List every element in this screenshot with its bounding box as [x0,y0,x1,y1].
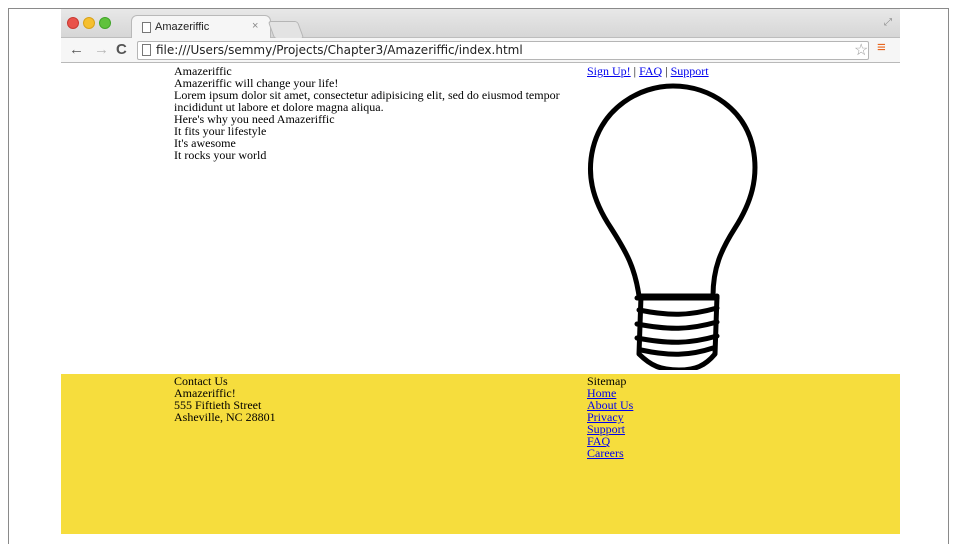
new-tab-button[interactable] [267,21,305,39]
maximize-window-button[interactable] [99,17,111,29]
nav-separator: | [630,64,640,78]
contact-section: Contact Us Amazeriffic! 555 Fiftieth Str… [174,375,276,423]
reason-item: It rocks your world [174,148,267,162]
footer: Contact Us Amazeriffic! 555 Fiftieth Str… [61,374,900,534]
reason-item: It fits your lifestyle [174,124,267,138]
back-arrow-icon[interactable]: ← [69,41,84,58]
page-icon [142,44,151,56]
address-bar[interactable]: file:///Users/semmy/Projects/Chapter3/Am… [137,41,869,60]
minimize-window-button[interactable] [83,17,95,29]
sitemap-link-careers[interactable]: Careers [587,446,624,460]
page-content: Amazeriffic Amazeriffic will change your… [61,62,900,534]
browser-toolbar: ← → C file:///Users/semmy/Projects/Chapt… [61,38,900,63]
fullscreen-icon[interactable]: ⤢ [884,17,892,28]
lorem-paragraph: Lorem ipsum dolor sit amet, consectetur … [174,88,560,114]
lightbulb-icon [587,83,758,370]
browser-tab[interactable]: Amazeriffic × [131,15,271,39]
header-section: Amazeriffic Amazeriffic will change your… [174,65,594,161]
title-bar: Amazeriffic × ⤢ [61,9,900,39]
star-icon[interactable]: ☆ [854,40,868,60]
city-address: Asheville, NC 28801 [174,410,276,424]
menu-icon[interactable]: ≡ [877,39,886,56]
forward-arrow-icon[interactable]: → [94,41,109,58]
top-nav: Sign Up! | FAQ | Support [587,65,709,77]
nav-separator: | [662,64,671,78]
signup-link[interactable]: Sign Up! [587,64,631,78]
tab-close-icon[interactable]: × [252,20,258,32]
support-link[interactable]: Support [671,64,709,78]
close-window-button[interactable] [67,17,79,29]
page-icon [142,22,151,33]
reload-icon[interactable]: C [116,41,127,58]
faq-link[interactable]: FAQ [639,64,662,78]
sitemap-section: Sitemap Home About Us Privacy Support FA… [587,375,633,459]
url-text[interactable]: file:///Users/semmy/Projects/Chapter3/Am… [156,43,523,57]
tab-title: Amazeriffic [155,21,210,33]
